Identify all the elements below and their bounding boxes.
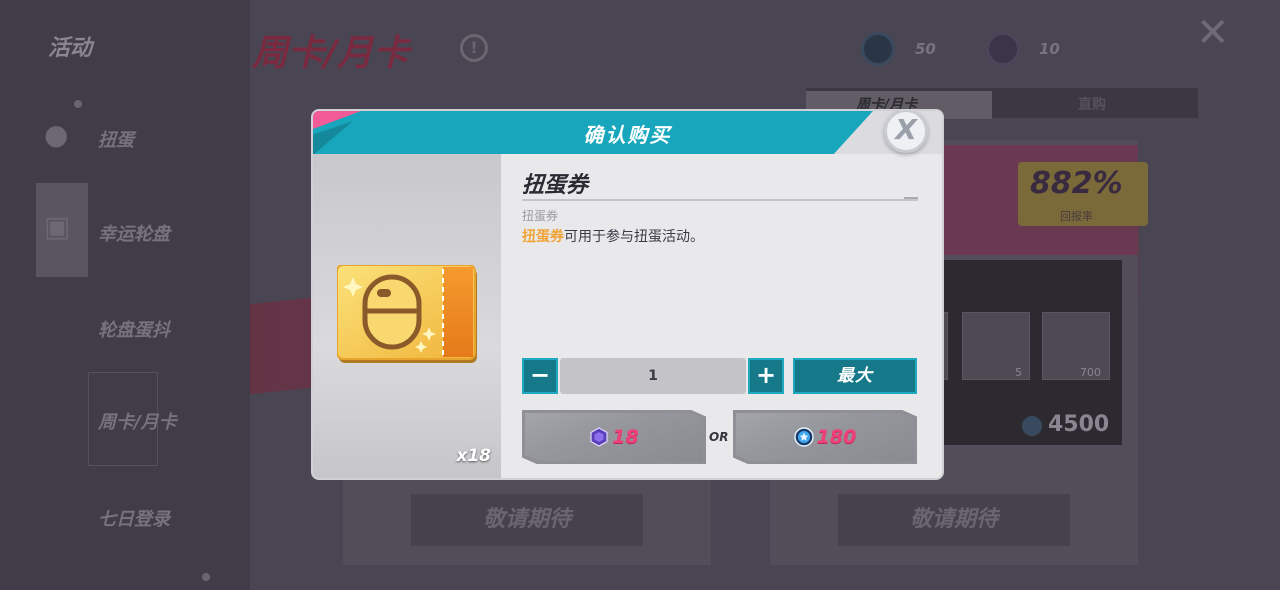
monthly-price: 4500 — [1048, 412, 1110, 437]
sidebar-item-weekly-monthly[interactable]: 周卡/月卡 — [98, 408, 177, 434]
decrease-button[interactable]: − — [522, 358, 558, 394]
item-subtitle: 扭蛋券 — [522, 209, 559, 223]
blue-coin-icon — [1022, 416, 1042, 436]
notification-dot — [74, 100, 82, 108]
item-description-text: 可用于参与扭蛋活动。 — [564, 229, 704, 245]
blue-coin-icon — [793, 427, 814, 447]
gift-icon: ▣ — [44, 210, 71, 243]
sidebar — [0, 0, 250, 590]
max-button[interactable]: 最大 — [793, 358, 917, 394]
info-icon[interactable]: ! — [460, 34, 488, 62]
sidebar-title: 活动 — [48, 36, 93, 61]
dialog-header: 确认购买 — [313, 111, 942, 155]
item-name: 扭蛋券 — [522, 173, 589, 198]
divider-end — [904, 197, 918, 199]
item-details: 扭蛋券 扭蛋券 扭蛋券可用于参与扭蛋活动。 — [522, 167, 918, 246]
gacha-egg-icon: ● — [44, 118, 69, 151]
sidebar-item-gacha[interactable]: 扭蛋 — [98, 126, 134, 152]
crystal-price: 18 — [612, 426, 639, 448]
quantity-stepper: − 1 + 最大 — [522, 357, 918, 395]
tab-direct-buy-label[interactable]: 直购 — [1078, 94, 1106, 114]
divider — [522, 199, 918, 201]
reward-count: 700 — [1080, 366, 1101, 379]
confirm-purchase-dialog: 确认购买 X x18 扭蛋券 扭蛋券 扭蛋券可用于参与扭蛋活动。 − 1 + 最… — [313, 111, 942, 478]
item-description-highlight: 扭蛋券 — [522, 229, 564, 245]
sidebar-item-wheel-egg[interactable]: 轮盘蛋抖 — [98, 316, 170, 342]
item-preview-panel: x18 — [313, 154, 501, 478]
return-rate-label: 回报率 — [1060, 210, 1093, 223]
quantity-field[interactable]: 1 — [560, 358, 746, 394]
currency-crystal-value: 10 — [1039, 40, 1060, 58]
blue-coin-icon — [861, 32, 895, 66]
close-x-icon[interactable]: X — [884, 111, 928, 153]
return-rate-value: 882% — [1030, 166, 1123, 201]
pay-with-coin-button[interactable]: 180 — [733, 410, 917, 464]
gacha-ticket-icon — [337, 265, 477, 363]
item-owned-count: x18 — [456, 446, 491, 466]
coin-price: 180 — [816, 426, 857, 448]
coming-soon-button[interactable]: 敬请期待 — [838, 494, 1070, 546]
reward-count: 5 — [1015, 366, 1022, 379]
coming-soon-button[interactable]: 敬请期待 — [411, 494, 643, 546]
button-content: 180 — [733, 410, 917, 464]
item-description: 扭蛋券可用于参与扭蛋活动。 — [522, 226, 918, 246]
purple-crystal-icon — [986, 32, 1020, 66]
pay-with-crystal-button[interactable]: 18 — [522, 410, 706, 464]
page-title: 周卡/月卡 — [252, 33, 410, 74]
sidebar-item-lucky-wheel[interactable]: 幸运轮盘 — [98, 220, 170, 246]
sidebar-item-seven-day[interactable]: 七日登录 — [98, 505, 170, 531]
button-content: 18 — [522, 410, 706, 464]
or-separator: OR — [709, 430, 729, 444]
increase-button[interactable]: + — [748, 358, 784, 394]
purple-crystal-icon — [590, 427, 608, 447]
dialog-title: 确认购买 — [583, 123, 672, 147]
close-icon[interactable]: ✕ — [1196, 10, 1230, 56]
notification-dot — [202, 573, 210, 581]
currency-coin-value: 50 — [915, 40, 936, 58]
